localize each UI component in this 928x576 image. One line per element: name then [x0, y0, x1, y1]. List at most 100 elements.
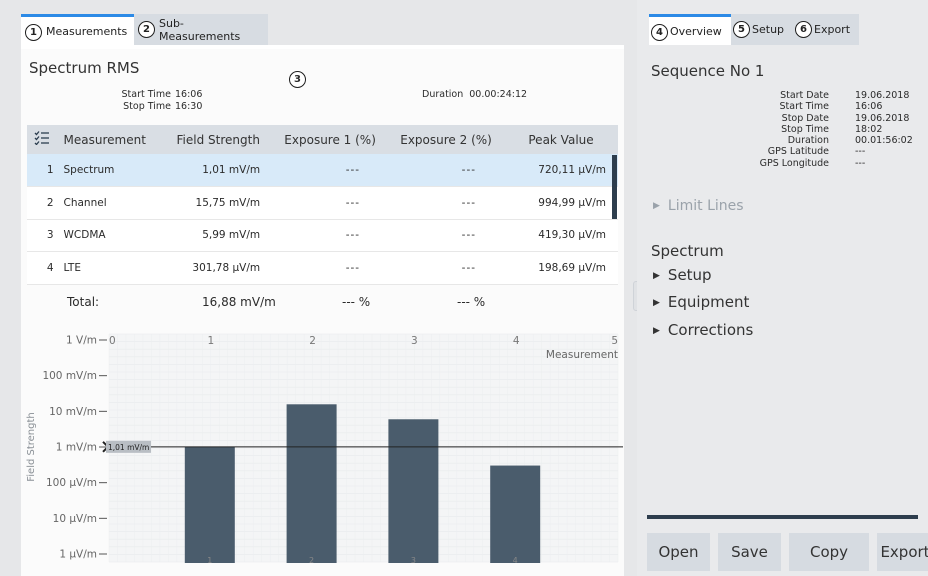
- x-tick-label-top: 4: [513, 335, 520, 347]
- info-row: Start Date 19.06.2018: [737, 90, 913, 101]
- info-label: Start Date: [780, 90, 829, 101]
- row-exposure-1: ---: [272, 219, 389, 252]
- y-tick-label: 10 mV/m: [49, 406, 97, 418]
- expander-label: Limit Lines: [667, 198, 744, 214]
- col-peak-value[interactable]: Peak Value: [504, 125, 618, 154]
- row-peak-value: 419,30 µV/m: [504, 219, 618, 252]
- row-exposure-2: ---: [388, 186, 505, 220]
- y-tick-label: 10 µV/m: [53, 513, 97, 525]
- callout-badge: 1: [25, 24, 42, 41]
- duration-value: 00.00:24:12: [469, 89, 528, 100]
- callout-badge: 5: [733, 21, 750, 38]
- list-settings-icon[interactable]: [27, 125, 58, 154]
- col-exposure-1[interactable]: Exposure 1 (%): [272, 125, 389, 154]
- start-time-label: Start Time: [121, 89, 171, 100]
- start-time-value: 16:06: [175, 89, 203, 100]
- open-button[interactable]: Open: [647, 533, 710, 571]
- expand-arrow-icon: ▶: [653, 326, 660, 336]
- callout-badge: 2: [138, 21, 155, 38]
- col-exposure-2[interactable]: Exposure 2 (%): [388, 125, 505, 154]
- tab-setup[interactable]: 5 Setup: [731, 14, 793, 45]
- col-measurement[interactable]: Measurement: [57, 125, 165, 154]
- table-row[interactable]: 2 Channel 15,75 mV/m --- --- 994,99 µV/m: [27, 186, 618, 220]
- info-label: GPS Longitude: [759, 157, 829, 169]
- save-button[interactable]: Save: [718, 533, 781, 571]
- row-index: 2: [27, 186, 58, 220]
- total-label: Total:: [67, 295, 100, 309]
- duration-info: Duration 00.00:24:12: [422, 89, 527, 100]
- sequence-info: Start Date 19.06.2018 Start Time 16:06 Sto…: [737, 90, 913, 169]
- y-axis-label: Field Strength: [26, 412, 37, 482]
- tab-label: Sub-Measurements: [159, 16, 241, 43]
- tab-label: Measurements: [46, 24, 128, 38]
- table-header-row: Measurement Field Strength Exposure 1 (%…: [27, 125, 618, 154]
- row-index: 4: [27, 251, 58, 285]
- page-title: Spectrum RMS: [29, 59, 140, 77]
- x-tick-label-top: 0: [109, 335, 116, 347]
- measurement-table: Measurement Field Strength Exposure 1 (%…: [27, 125, 618, 285]
- y-tick-label: 1 mV/m: [56, 442, 97, 454]
- tab-label: Overview: [670, 24, 722, 38]
- tab-export[interactable]: 6 Export: [793, 14, 859, 45]
- row-peak-value: 994,99 µV/m: [504, 186, 618, 220]
- info-row: GPS Latitude ---: [737, 146, 913, 157]
- x-tick-label-top: 1: [207, 335, 214, 347]
- copy-button[interactable]: Copy: [789, 533, 869, 571]
- info-value: 00.01:56:02: [855, 135, 913, 147]
- corrections-expander[interactable]: ▶ Corrections: [653, 321, 753, 339]
- info-label: GPS Latitude: [767, 146, 829, 158]
- x-tick-label-top: 2: [309, 335, 316, 347]
- row-field-strength: 15,75 mV/m: [164, 186, 273, 220]
- table-row[interactable]: 3 WCDMA 5,99 mV/m --- --- 419,30 µV/m: [27, 219, 618, 252]
- table-scrollbar[interactable]: [612, 155, 617, 219]
- row-peak-value: 198,69 µV/m: [504, 251, 618, 285]
- callout-badge: 3: [289, 71, 306, 88]
- info-label: Duration: [787, 135, 829, 147]
- info-value: 19.06.2018: [855, 90, 910, 101]
- x-tick-label-top: 3: [411, 335, 418, 347]
- x-tick-label-bottom: 2: [309, 556, 314, 565]
- y-tick-label: 100 µV/m: [46, 477, 97, 489]
- col-field-strength[interactable]: Field Strength: [164, 125, 273, 154]
- row-name: LTE: [57, 251, 165, 285]
- setup-expander[interactable]: ▶ Setup: [653, 266, 712, 284]
- tab-measurements[interactable]: 1 Measurements: [21, 14, 134, 45]
- info-value: 16:06: [855, 101, 883, 113]
- callout-badge: 4: [651, 24, 668, 41]
- expander-label: Setup: [667, 266, 712, 284]
- time-info: Start Time 16:06 Stop Time 16:30: [118, 89, 203, 113]
- info-row: GPS Longitude ---: [737, 158, 913, 169]
- stop-time-value: 16:30: [175, 101, 203, 112]
- total-exposure-2: --- %: [457, 295, 486, 309]
- info-row: Duration 00.01:56:02: [737, 135, 913, 146]
- expand-arrow-icon: ▶: [653, 298, 660, 308]
- table-row[interactable]: 4 LTE 301,78 µV/m --- --- 198,69 µV/m: [27, 251, 618, 285]
- row-exposure-2: ---: [388, 251, 505, 285]
- right-tab-bar: 4 Overview 5 Setup 6 Export: [649, 14, 859, 45]
- callout-badge: 6: [795, 21, 812, 38]
- row-exposure-1: ---: [272, 186, 389, 220]
- chart-svg: Field Strength 1 V/m 100 mV/m 10 mV/m 1 mV/m…: [26, 333, 623, 565]
- tab-label: Export: [814, 23, 851, 36]
- info-value: 18:02: [855, 123, 883, 135]
- info-row: Stop Time 18:02: [737, 124, 913, 135]
- row-exposure-2: ---: [388, 219, 505, 252]
- table-row[interactable]: 1 Spectrum 1,01 mV/m --- --- 720,11 µV/m: [27, 154, 618, 187]
- y-tick-label: 100 mV/m: [42, 370, 97, 382]
- export-button[interactable]: Export: [877, 533, 928, 571]
- y-tick-label: 1 µV/m: [59, 549, 97, 561]
- top-strip: [0, 0, 636, 14]
- row-exposure-2: ---: [388, 154, 505, 187]
- x-tick-label-bottom: 1: [207, 556, 212, 565]
- x-tick-label-top: 5: [611, 335, 618, 347]
- limit-lines-expander[interactable]: ▶ Limit Lines: [653, 198, 744, 214]
- tab-overview[interactable]: 4 Overview: [649, 14, 731, 45]
- duration-label: Duration: [422, 89, 464, 100]
- info-label: Stop Date: [781, 112, 829, 124]
- bar: [184, 446, 235, 563]
- equipment-expander[interactable]: ▶ Equipment: [653, 293, 749, 311]
- progress-bar: [647, 515, 918, 519]
- tab-sub-measurements[interactable]: 2 Sub-Measurements: [134, 14, 268, 45]
- info-value: ---: [855, 146, 866, 158]
- x-tick-label-bottom: 4: [513, 556, 518, 565]
